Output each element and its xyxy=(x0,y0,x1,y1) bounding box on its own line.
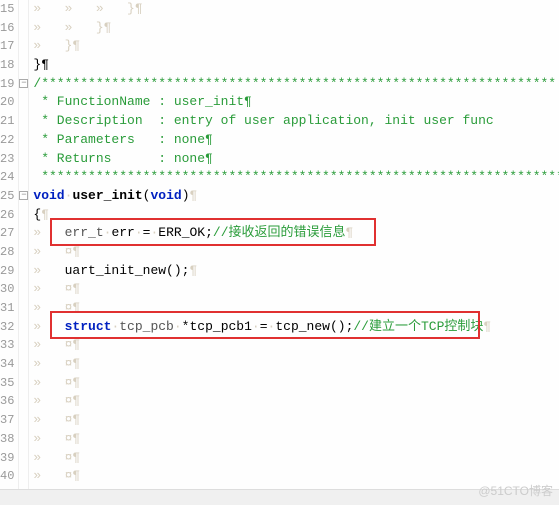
line-number: 39 xyxy=(0,449,14,468)
line-number: 27 xyxy=(0,224,14,243)
code-line[interactable]: /***************************************… xyxy=(33,75,559,94)
line-number: 36 xyxy=(0,392,14,411)
code-line[interactable]: » err_t·err·=·ERR_OK;//接收返回的错误信息¶ xyxy=(33,224,559,243)
horizontal-scrollbar[interactable] xyxy=(0,489,559,505)
code-line[interactable]: }¶ xyxy=(33,56,559,75)
line-number: 32 xyxy=(0,318,14,337)
code-line[interactable]: » » » }¶ xyxy=(33,0,559,19)
line-number-gutter: 15 16 17 18 19 20 21 22 23 24 25 26 27 2… xyxy=(0,0,19,505)
code-editor[interactable]: 15 16 17 18 19 20 21 22 23 24 25 26 27 2… xyxy=(0,0,559,505)
code-line[interactable]: » » }¶ xyxy=(33,19,559,38)
code-line[interactable]: » ¤¶ xyxy=(33,280,559,299)
fold-column[interactable]: − − xyxy=(19,0,29,505)
code-line[interactable]: ****************************************… xyxy=(33,168,559,187)
line-number: 20 xyxy=(0,93,14,112)
line-number: 19 xyxy=(0,75,14,94)
fold-collapse-icon[interactable]: − xyxy=(19,191,28,200)
code-line[interactable]: » ¤¶ xyxy=(33,336,559,355)
code-line[interactable]: » ¤¶ xyxy=(33,411,559,430)
line-number: 23 xyxy=(0,150,14,169)
code-line[interactable]: » ¤¶ xyxy=(33,243,559,262)
line-number: 38 xyxy=(0,430,14,449)
code-line[interactable]: » uart_init_new();¶ xyxy=(33,262,559,281)
line-number: 37 xyxy=(0,411,14,430)
code-line[interactable]: » ¤¶ xyxy=(33,355,559,374)
line-number: 35 xyxy=(0,374,14,393)
line-number: 31 xyxy=(0,299,14,318)
line-number: 18 xyxy=(0,56,14,75)
code-line[interactable]: » }¶ xyxy=(33,37,559,56)
code-line[interactable]: * FunctionName : user_init¶ xyxy=(33,93,559,112)
line-number: 26 xyxy=(0,206,14,225)
line-number: 17 xyxy=(0,37,14,56)
code-line[interactable]: * Parameters : none¶ xyxy=(33,131,559,150)
line-number: 25 xyxy=(0,187,14,206)
code-line[interactable]: {¶ xyxy=(33,206,559,225)
code-line[interactable]: void·user_init(void)¶ xyxy=(33,187,559,206)
line-number: 40 xyxy=(0,467,14,486)
code-line[interactable]: * Description : entry of user applicatio… xyxy=(33,112,559,131)
line-number: 29 xyxy=(0,262,14,281)
line-number: 16 xyxy=(0,19,14,38)
code-line[interactable]: » struct·tcp_pcb·*tcp_pcb1·=·tcp_new();/… xyxy=(33,318,559,337)
line-number: 21 xyxy=(0,112,14,131)
line-number: 30 xyxy=(0,280,14,299)
line-number: 24 xyxy=(0,168,14,187)
code-line[interactable]: » ¤¶ xyxy=(33,299,559,318)
code-line[interactable]: » ¤¶ xyxy=(33,392,559,411)
code-line[interactable]: » ¤¶ xyxy=(33,449,559,468)
line-number: 22 xyxy=(0,131,14,150)
code-area[interactable]: » » » }¶ » » }¶ » }¶ }¶ /***************… xyxy=(29,0,559,505)
code-line[interactable]: » ¤¶ xyxy=(33,430,559,449)
line-number: 34 xyxy=(0,355,14,374)
code-line[interactable]: * Returns : none¶ xyxy=(33,150,559,169)
fold-collapse-icon[interactable]: − xyxy=(19,79,28,88)
line-number: 15 xyxy=(0,0,14,19)
line-number: 28 xyxy=(0,243,14,262)
code-line[interactable]: » ¤¶ xyxy=(33,374,559,393)
line-number: 33 xyxy=(0,336,14,355)
watermark: @51CTO博客 xyxy=(478,482,553,499)
